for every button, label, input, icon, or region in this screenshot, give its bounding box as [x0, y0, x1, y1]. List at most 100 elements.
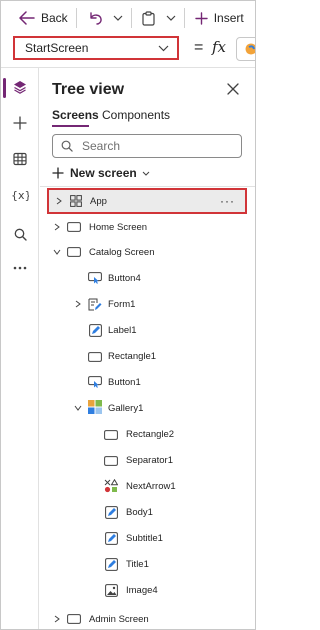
tree-item-subtitle1[interactable]: Subtitle1 [40, 525, 250, 551]
tree-item-separator1[interactable]: Separator1 [40, 447, 250, 473]
plus-icon [13, 116, 27, 130]
label-icon [88, 323, 102, 337]
chevron-down-icon [113, 15, 123, 21]
tree-item-admin-screen[interactable]: Admin Screen [40, 606, 250, 629]
command-bar: Back Insert [1, 1, 255, 35]
undo-dropdown[interactable] [113, 15, 123, 21]
rectangle-icon [104, 454, 118, 468]
search-icon [61, 140, 73, 152]
tree-item-image4[interactable]: Image4 [40, 577, 250, 603]
chevron-down-icon [142, 171, 150, 176]
variables-icon: {x} [11, 189, 29, 202]
button-icon [88, 375, 102, 389]
search-box[interactable] [52, 134, 242, 158]
tree-item-form1[interactable]: Form1 [40, 291, 250, 317]
tree-item-button1[interactable]: Button1 [40, 369, 250, 395]
insert-rail-button[interactable] [1, 109, 39, 137]
insert-label: Insert [213, 11, 244, 25]
tree-item-app[interactable]: App ··· [47, 188, 247, 214]
tree-item-home-screen[interactable]: Home Screen [40, 214, 250, 240]
arrow-left-icon [19, 11, 35, 25]
more-options-icon[interactable]: ··· [220, 194, 235, 208]
active-indicator [3, 78, 6, 98]
tree-item-rectangle2[interactable]: Rectangle2 [40, 421, 250, 447]
chevron-right-icon[interactable] [53, 615, 61, 623]
app-window: Back Insert StartScreen = fx {x Tree vie… [0, 0, 256, 630]
property-value: StartScreen [25, 41, 89, 55]
copilot-icon [245, 43, 255, 55]
tab-screens[interactable]: Screens [52, 108, 99, 122]
tree-item-label: Rectangle2 [126, 429, 175, 440]
chevron-down-icon[interactable] [53, 248, 61, 256]
rectangle-icon [104, 428, 118, 442]
left-rail: {x} [1, 68, 39, 629]
icon-shapes-icon [104, 479, 118, 493]
tree-item-label: App [90, 196, 107, 207]
tree-item-gallery1[interactable]: Gallery1 [40, 395, 250, 421]
app-grid-icon [69, 194, 83, 208]
search-input[interactable] [80, 138, 234, 154]
equals-sign: = [194, 39, 204, 56]
paste-button[interactable] [142, 10, 156, 26]
insert-button[interactable]: Insert [194, 11, 244, 25]
chevron-right-icon[interactable] [55, 197, 63, 205]
clipboard-icon [142, 10, 155, 26]
label-icon [104, 557, 118, 571]
tree-item-catalog-screen[interactable]: Catalog Screen [40, 239, 250, 265]
new-screen-button[interactable]: New screen [52, 164, 150, 182]
image-icon [104, 583, 118, 597]
formula-bar: StartScreen = fx [1, 35, 255, 65]
tree-item-nextarrow1[interactable]: NextArrow1 [40, 473, 250, 499]
back-button[interactable]: Back [19, 11, 68, 25]
svg-text:{x}: {x} [11, 189, 29, 202]
chevron-right-icon[interactable] [53, 223, 61, 231]
chevron-down-icon[interactable] [74, 404, 82, 412]
chevron-right-icon[interactable] [74, 300, 82, 308]
gallery-icon [88, 400, 102, 414]
undo-button[interactable] [89, 11, 103, 25]
tree-item-label: Rectangle1 [108, 351, 157, 362]
tree-item-label1[interactable]: Label1 [40, 317, 250, 343]
toolbar-divider [75, 8, 77, 28]
tree-item-body1[interactable]: Body1 [40, 499, 250, 525]
panel-divider [40, 186, 255, 187]
tree-item-label: Form1 [108, 299, 136, 310]
rectangle-icon [88, 350, 102, 364]
button-icon [88, 271, 102, 285]
tree-item-label: Admin Screen [89, 614, 149, 625]
tree-item-label: Body1 [126, 507, 153, 518]
new-screen-label: New screen [70, 166, 137, 180]
fx-icon[interactable]: fx [212, 38, 226, 56]
label-icon [104, 505, 118, 519]
screen-icon [67, 245, 81, 259]
tree-item-label: Label1 [108, 325, 137, 336]
tree-item-label: Image4 [126, 585, 158, 596]
label-icon [104, 531, 118, 545]
undo-icon [89, 11, 102, 25]
tree-item-title1[interactable]: Title1 [40, 551, 250, 577]
data-rail-button[interactable] [1, 145, 39, 173]
tree-item-label: Title1 [126, 559, 149, 570]
paste-dropdown[interactable] [166, 15, 176, 21]
chevron-down-icon [166, 15, 176, 21]
plus-icon [194, 11, 208, 25]
tab-components[interactable]: Components [102, 108, 170, 122]
layers-icon [14, 81, 26, 94]
table-icon [13, 152, 27, 166]
variables-rail-button[interactable]: {x} [1, 181, 39, 209]
tree-view-rail-button[interactable] [1, 73, 39, 101]
close-icon[interactable] [226, 82, 240, 96]
tree-view-panel: Tree view Screens Components New screen … [40, 68, 255, 629]
tree-item-label: Button1 [108, 377, 141, 388]
chevron-down-icon [158, 45, 169, 51]
tab-active-underline [52, 125, 89, 127]
property-dropdown[interactable]: StartScreen [13, 36, 179, 60]
form-icon [88, 297, 102, 311]
copilot-button[interactable] [236, 37, 255, 61]
tree-item-button4[interactable]: Button4 [40, 265, 250, 291]
more-rail-button[interactable] [1, 254, 39, 282]
search-rail-button[interactable] [1, 220, 39, 248]
tree-item-label: NextArrow1 [126, 481, 176, 492]
plus-icon [52, 167, 64, 179]
tree-item-rectangle1[interactable]: Rectangle1 [40, 343, 250, 369]
